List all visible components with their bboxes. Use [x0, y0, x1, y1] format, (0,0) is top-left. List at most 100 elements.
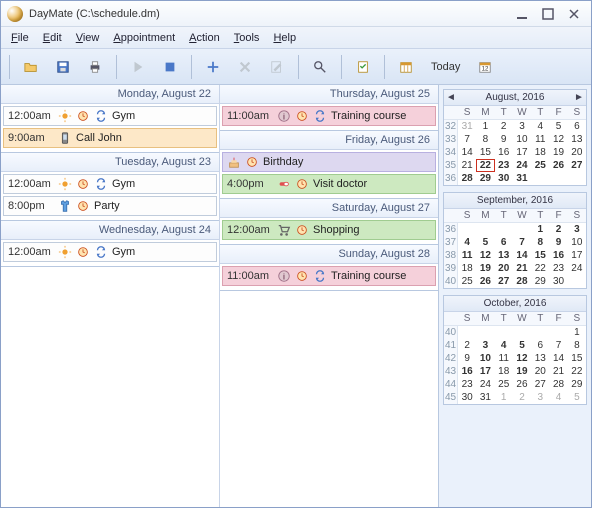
- calendar-day[interactable]: 19: [549, 146, 567, 159]
- calendar-day[interactable]: 3: [568, 223, 586, 236]
- calendar-day[interactable]: 4: [531, 120, 549, 133]
- calendar-day[interactable]: 2: [513, 391, 531, 404]
- calendar-day[interactable]: 27: [531, 378, 549, 391]
- calendar-day[interactable]: 3: [531, 391, 549, 404]
- event-item[interactable]: Birthday: [222, 152, 436, 172]
- mini-calendar[interactable]: October, 2016SMTWTFS40141234567842910111…: [443, 295, 587, 405]
- print-button[interactable]: [82, 54, 108, 80]
- day-block[interactable]: Sunday, August 28 11:00amiTraining course: [220, 245, 438, 291]
- calendar-day[interactable]: 13: [531, 352, 549, 365]
- calendar-day[interactable]: 16: [495, 146, 513, 159]
- event-item[interactable]: 12:00amGym: [3, 106, 217, 126]
- calendar-day[interactable]: 2: [549, 223, 567, 236]
- today-button[interactable]: Today: [425, 61, 466, 73]
- day-block[interactable]: Wednesday, August 2412:00amGym: [1, 221, 219, 267]
- calendar-day[interactable]: 21: [458, 159, 476, 172]
- calendar-day[interactable]: 4: [549, 391, 567, 404]
- schedule-left-column[interactable]: Monday, August 2212:00amGym9:00amCall Jo…: [1, 85, 220, 507]
- calendar-day[interactable]: 8: [531, 236, 549, 249]
- calendar-day[interactable]: 21: [549, 365, 567, 378]
- calendar-day[interactable]: 10: [476, 352, 494, 365]
- calendar-day[interactable]: 14: [513, 249, 531, 262]
- calendar-day[interactable]: 22: [531, 262, 549, 275]
- calendar-day[interactable]: 26: [549, 159, 567, 172]
- event-item[interactable]: 8:00pmParty: [3, 196, 217, 216]
- menu-tools[interactable]: Tools: [228, 30, 266, 46]
- calendar-day[interactable]: 25: [458, 275, 476, 288]
- calendar-day[interactable]: 1: [531, 223, 549, 236]
- calendar-day[interactable]: 20: [568, 146, 586, 159]
- calendar-day[interactable]: 12: [476, 249, 494, 262]
- calendar-day[interactable]: 15: [568, 352, 586, 365]
- calendar-day[interactable]: 1: [476, 120, 494, 133]
- calendar-day[interactable]: 4: [495, 339, 513, 352]
- calendar-day[interactable]: 5: [476, 236, 494, 249]
- menu-file[interactable]: File: [5, 30, 35, 46]
- search-button[interactable]: [307, 54, 333, 80]
- calendar-day[interactable]: 14: [458, 146, 476, 159]
- calendar-day[interactable]: 31: [476, 391, 494, 404]
- calendar-day[interactable]: 6: [568, 120, 586, 133]
- calendar-day[interactable]: 18: [495, 365, 513, 378]
- add-button[interactable]: [200, 54, 226, 80]
- day-block[interactable]: Friday, August 26Birthday4:00pmVisit doc…: [220, 131, 438, 199]
- menu-action[interactable]: Action: [183, 30, 226, 46]
- goto-date-button[interactable]: 12: [472, 54, 498, 80]
- calendar-day[interactable]: [476, 223, 494, 236]
- calendar-day[interactable]: 2: [495, 120, 513, 133]
- calendar-day[interactable]: 9: [495, 133, 513, 146]
- calendar-day[interactable]: 28: [549, 378, 567, 391]
- calendar-day[interactable]: 7: [549, 339, 567, 352]
- calendar-day[interactable]: 17: [476, 365, 494, 378]
- menu-help[interactable]: Help: [267, 30, 302, 46]
- calendar-day[interactable]: [513, 326, 531, 339]
- menu-edit[interactable]: Edit: [37, 30, 68, 46]
- event-item[interactable]: 12:00amShopping: [222, 220, 436, 240]
- calendar-day[interactable]: 24: [568, 262, 586, 275]
- calendar-day[interactable]: 20: [531, 365, 549, 378]
- calendar-day[interactable]: 8: [568, 339, 586, 352]
- calendar-day[interactable]: 3: [513, 120, 531, 133]
- calendar-day[interactable]: 25: [531, 159, 549, 172]
- calendar-day[interactable]: [568, 275, 586, 288]
- calendar-day[interactable]: 27: [568, 159, 586, 172]
- calendar-prev-button[interactable]: ◄: [446, 92, 456, 103]
- calendar-day[interactable]: [495, 223, 513, 236]
- save-button[interactable]: [50, 54, 76, 80]
- calendar-day[interactable]: 25: [495, 378, 513, 391]
- calendar-day[interactable]: 10: [568, 236, 586, 249]
- calendar-view-button[interactable]: [393, 54, 419, 80]
- day-header[interactable]: Sunday, August 28: [220, 245, 438, 264]
- calendar-day[interactable]: 21: [513, 262, 531, 275]
- calendar-day[interactable]: 11: [531, 133, 549, 146]
- calendar-day[interactable]: 19: [513, 365, 531, 378]
- calendar-day[interactable]: [513, 223, 531, 236]
- calendar-day[interactable]: 12: [549, 133, 567, 146]
- menu-view[interactable]: View: [70, 30, 106, 46]
- delete-button[interactable]: [232, 54, 258, 80]
- day-block[interactable]: Thursday, August 2511:00amiTraining cour…: [220, 85, 438, 131]
- calendar-day[interactable]: 22: [476, 159, 494, 172]
- edit-button[interactable]: [264, 54, 290, 80]
- calendar-day[interactable]: 1: [568, 326, 586, 339]
- calendar-day[interactable]: 29: [568, 378, 586, 391]
- day-header[interactable]: Tuesday, August 23: [1, 153, 219, 172]
- stop-button[interactable]: [157, 54, 183, 80]
- calendar-day[interactable]: [531, 326, 549, 339]
- calendar-day[interactable]: 30: [495, 172, 513, 185]
- mini-calendar[interactable]: ◄August, 2016►SMTWTFS3231123456337891011…: [443, 89, 587, 186]
- calendar-day[interactable]: 27: [495, 275, 513, 288]
- calendar-day[interactable]: 10: [513, 133, 531, 146]
- calendar-day[interactable]: 22: [568, 365, 586, 378]
- calendar-day[interactable]: 28: [513, 275, 531, 288]
- calendar-day[interactable]: 16: [458, 365, 476, 378]
- calendar-day[interactable]: [568, 172, 586, 185]
- calendar-day[interactable]: 17: [568, 249, 586, 262]
- calendar-day[interactable]: 9: [458, 352, 476, 365]
- calendar-day[interactable]: 8: [476, 133, 494, 146]
- event-item[interactable]: 11:00amiTraining course: [222, 266, 436, 286]
- menu-appointment[interactable]: Appointment: [107, 30, 181, 46]
- open-button[interactable]: [18, 54, 44, 80]
- minimize-button[interactable]: [511, 5, 533, 23]
- calendar-day[interactable]: 18: [458, 262, 476, 275]
